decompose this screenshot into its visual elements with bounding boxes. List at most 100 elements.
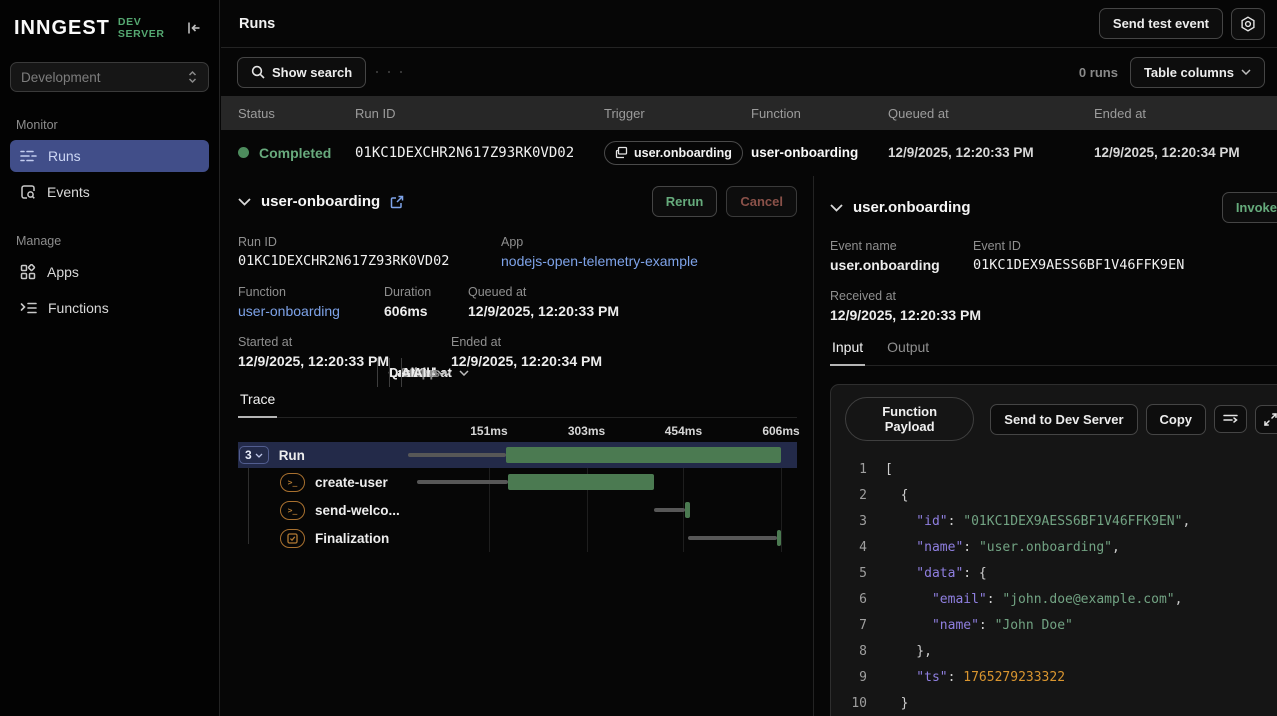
- wrap-lines-icon: [1223, 413, 1238, 425]
- manage-section-label: Manage: [16, 234, 203, 248]
- column-header-trigger: Trigger: [604, 106, 751, 121]
- event-detail-panel: user.onboarding Invoke Event name user.o…: [814, 176, 1277, 716]
- collapse-sidebar-icon[interactable]: [183, 17, 205, 39]
- payload-toolbar: Function Payload Send to Dev Server Copy: [831, 385, 1277, 451]
- code-line: 2 {: [845, 483, 1277, 509]
- trace-row-send-welco-[interactable]: >_send-welco...: [238, 496, 797, 524]
- trace-span-label: Run: [279, 448, 305, 463]
- page-title: Runs: [239, 16, 275, 32]
- function-field: Function user-onboarding: [238, 285, 384, 319]
- ended-at-field: Ended at 12/9/2025, 12:20:34 PM: [451, 335, 602, 369]
- trace-axis-tick: 303ms: [568, 424, 605, 438]
- status-dot-icon: [238, 147, 249, 158]
- column-header-run-id: Run ID: [355, 106, 604, 121]
- queued-at-field: Queued at 12/9/2025, 12:20:33 PM: [468, 285, 619, 319]
- trace-bar: [777, 530, 781, 546]
- trace-row-finalization[interactable]: Finalization: [238, 524, 797, 552]
- sidebar-item-runs[interactable]: Runs: [10, 140, 209, 172]
- code-line: 10 }: [845, 691, 1277, 716]
- column-header-ended-at: Ended at: [1094, 106, 1277, 121]
- code-line: 8 },: [845, 639, 1277, 665]
- trace-axis-tick: 454ms: [665, 424, 702, 438]
- table-row[interactable]: Completed 01KC1DEXCHR2N617Z93RK0VD02 use…: [221, 130, 1277, 175]
- rerun-button[interactable]: Rerun: [652, 186, 718, 217]
- trace-bar: [508, 474, 653, 490]
- tab-input[interactable]: Input: [830, 333, 865, 366]
- code-line: 9 "ts": 1765279233322: [845, 665, 1277, 691]
- function-payload-button[interactable]: Function Payload: [845, 397, 974, 441]
- trigger-pill[interactable]: user.onboarding: [604, 141, 743, 165]
- trace-axis-tick: 606ms: [762, 424, 799, 438]
- code-line: 7 "name": "John Doe": [845, 613, 1277, 639]
- workspace-select[interactable]: Development: [10, 62, 209, 92]
- finalization-step-icon: [280, 529, 305, 548]
- code-line: 4 "name": "user.onboarding",: [845, 535, 1277, 561]
- trace-bar: [685, 502, 690, 518]
- gear-icon: [1240, 16, 1256, 32]
- sidebar-item-apps[interactable]: Apps: [10, 256, 209, 288]
- workspace-select-value: Development: [21, 70, 101, 85]
- event-name-field: Event name user.onboarding: [830, 239, 973, 273]
- expand-icon: [1264, 413, 1277, 426]
- time-filter-group: Queued at Last 3d: [376, 71, 378, 73]
- app-field: App nodejs-open-telemetry-example: [501, 235, 698, 269]
- table-header: Status Run ID Trigger Function Queued at…: [221, 96, 1277, 130]
- trace-wait-line: [654, 508, 685, 512]
- runs-icon: [20, 149, 37, 163]
- run-step-icon: >_: [280, 473, 305, 492]
- run-detail-panel: user-onboarding Rerun Cancel Run ID 0: [221, 176, 814, 716]
- tab-trace[interactable]: Trace: [238, 385, 277, 418]
- wrap-lines-button[interactable]: [1214, 405, 1247, 433]
- run-id-cell: 01KC1DEXCHR2N617Z93RK0VD02: [355, 145, 604, 161]
- trace-span-label: create-user: [315, 475, 388, 490]
- show-search-button[interactable]: Show search: [237, 57, 366, 88]
- trace-tabs: Trace: [238, 385, 797, 418]
- monitor-section-label: Monitor: [16, 118, 203, 132]
- run-title: user-onboarding: [261, 193, 380, 210]
- expand-button[interactable]: [1255, 405, 1277, 434]
- sidebar-item-functions[interactable]: Functions: [10, 292, 209, 324]
- chevron-down-icon[interactable]: [830, 204, 843, 212]
- sidebar-item-label: Functions: [48, 300, 109, 316]
- received-at-field: Received at 12/9/2025, 12:20:33 PM: [830, 289, 981, 323]
- external-link-icon[interactable]: [390, 195, 404, 209]
- sidebar-item-label: Runs: [48, 148, 81, 164]
- cancel-button[interactable]: Cancel: [726, 186, 797, 217]
- send-test-event-button[interactable]: Send test event: [1099, 8, 1223, 39]
- trace-wait-line: [408, 453, 505, 457]
- app-link[interactable]: nodejs-open-telemetry-example: [501, 253, 698, 269]
- sidebar-item-label: Apps: [47, 264, 79, 280]
- copy-button[interactable]: Copy: [1146, 404, 1207, 435]
- trace-span-label: Finalization: [315, 531, 389, 546]
- trace-row-create-user[interactable]: >_ create-user: [238, 468, 797, 496]
- events-icon: [20, 184, 36, 200]
- topbar: Runs Send test event: [221, 0, 1277, 48]
- code-line: 3 "id": "01KC1DEX9AESS6BF1V46FFK9EN",: [845, 509, 1277, 535]
- settings-button[interactable]: [1231, 8, 1265, 40]
- filter-bar: Show search Queued at Last 3d Status All…: [221, 48, 1277, 96]
- tab-output[interactable]: Output: [885, 333, 931, 365]
- trace-wait-line: [688, 536, 777, 540]
- trace-time-axis: 151ms303ms454ms606ms: [392, 420, 781, 442]
- chevron-down-icon[interactable]: [238, 198, 251, 206]
- payload-card: Function Payload Send to Dev Server Copy: [830, 384, 1277, 716]
- trace-axis-tick: 151ms: [470, 424, 507, 438]
- select-caret-icon: [187, 70, 198, 84]
- span-count-badge[interactable]: 3: [239, 446, 269, 464]
- json-code-editor[interactable]: 1[2 {3 "id": "01KC1DEX9AESS6BF1V46FFK9EN…: [831, 451, 1277, 716]
- function-link[interactable]: user-onboarding: [238, 303, 384, 319]
- table-columns-dropdown[interactable]: Table columns: [1130, 57, 1265, 88]
- invoke-button[interactable]: Invoke: [1222, 192, 1277, 223]
- event-id-field: Event ID 01KC1DEX9AESS6BF1V46FFK9EN: [973, 239, 1184, 273]
- trace-row-run[interactable]: 3 Run: [238, 442, 797, 468]
- column-header-status: Status: [221, 106, 355, 121]
- run-step-icon: >_: [280, 501, 305, 520]
- ended-at-cell: 12/9/2025, 12:20:34 PM: [1094, 145, 1277, 160]
- functions-icon: [20, 301, 37, 315]
- sidebar-item-label: Events: [47, 184, 90, 200]
- trace-wait-line: [417, 480, 508, 484]
- send-to-dev-server-button[interactable]: Send to Dev Server: [990, 404, 1137, 435]
- sidebar: INNGEST DEV SERVER Development Monitor R…: [0, 0, 220, 716]
- run-id-field: Run ID 01KC1DEXCHR2N617Z93RK0VD02: [238, 235, 501, 269]
- sidebar-item-events[interactable]: Events: [10, 176, 209, 208]
